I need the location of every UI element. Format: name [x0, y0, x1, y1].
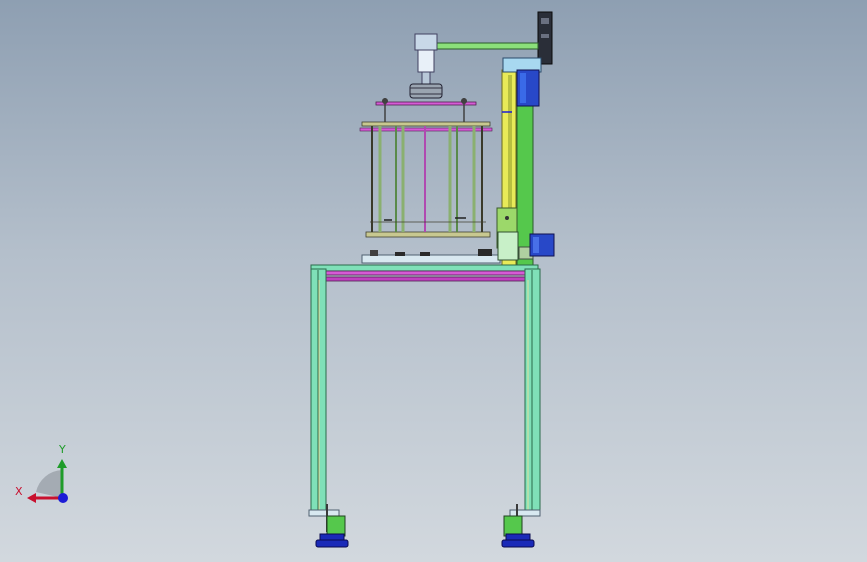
z-axis-dot: [58, 493, 68, 503]
gripper-head: [409, 83, 443, 99]
cage-frame: [359, 121, 493, 238]
y-axis-label: Y: [59, 443, 66, 456]
cad-viewport[interactable]: X Y: [0, 0, 867, 562]
x-axis-label: X: [15, 485, 23, 498]
table-frame: [308, 264, 541, 517]
axis-triad: [27, 459, 68, 503]
machine-assembly-model[interactable]: [0, 0, 867, 562]
top-fixture-bar: [375, 98, 477, 124]
side-motor: [529, 233, 555, 257]
